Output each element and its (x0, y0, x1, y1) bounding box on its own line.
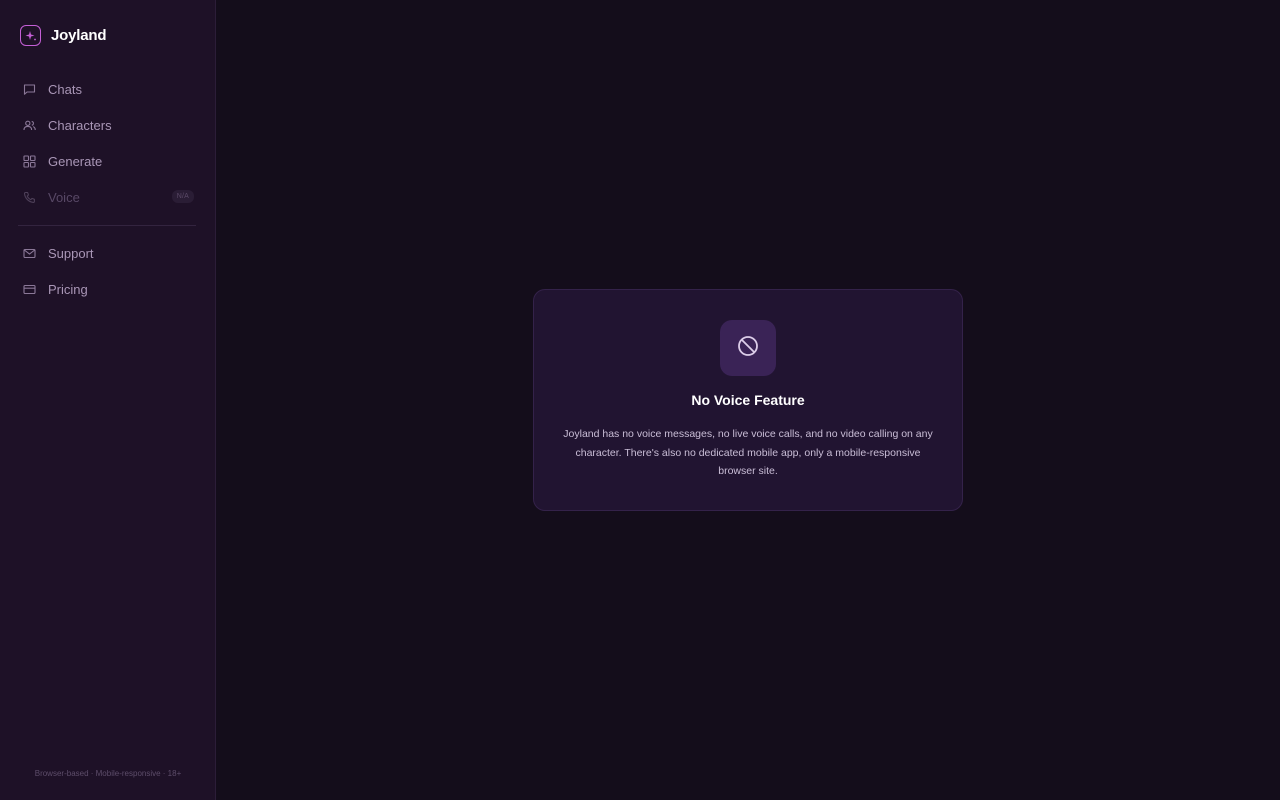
notice-card: No Voice Feature Joyland has no voice me… (533, 289, 963, 511)
sidebar-item-label: Chats (48, 81, 82, 97)
sidebar-item-chats[interactable]: Chats (18, 71, 198, 107)
sparkle-icon (20, 25, 41, 46)
sidebar-nav: Chats Characters Generate Voice N/A Supp… (18, 71, 198, 307)
sidebar-item-generate[interactable]: Generate (18, 143, 198, 179)
sidebar-item-support[interactable]: Support (18, 235, 198, 271)
phone-icon (23, 191, 36, 204)
notice-icon-tile (720, 320, 776, 376)
ban-icon (737, 335, 759, 362)
notice-text: Joyland has no voice messages, no live v… (563, 428, 933, 477)
sidebar-item-label: Pricing (48, 281, 88, 297)
mail-icon (23, 247, 36, 260)
brand-name: Joyland (51, 27, 107, 44)
sidebar-footer: Browser-based · Mobile-responsive · 18+ (34, 769, 182, 778)
status-badge: N/A (171, 190, 194, 203)
sidebar-item-voice: Voice N/A (18, 179, 198, 215)
sidebar-item-label: Support (48, 245, 94, 261)
sidebar-item-label: Generate (48, 153, 103, 169)
notice-title: No Voice Feature (691, 392, 805, 408)
sidebar-item-label: Voice (48, 189, 80, 205)
grid-icon (23, 154, 36, 168)
sidebar-item-label: Characters (48, 117, 112, 133)
sidebar-item-characters[interactable]: Characters (18, 107, 198, 143)
app-root: Joyland Chats Characters Generate Voice … (0, 0, 1280, 800)
sidebar-item-pricing[interactable]: Pricing (18, 271, 198, 307)
users-icon (23, 119, 36, 132)
sidebar-divider (18, 225, 196, 226)
brand[interactable]: Joyland (20, 25, 106, 46)
chat-bubble-icon (23, 83, 36, 96)
credit-card-icon (23, 283, 36, 296)
main-content: No Voice Feature Joyland has no voice me… (216, 0, 1280, 800)
sidebar: Joyland Chats Characters Generate Voice … (0, 0, 216, 800)
